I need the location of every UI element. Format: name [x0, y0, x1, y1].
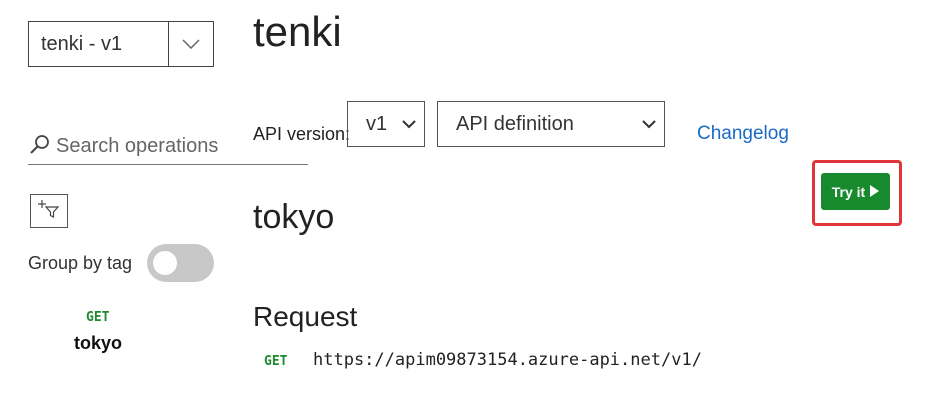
group-by-tag-label: Group by tag [28, 253, 133, 273]
operation-method-badge: GET [86, 310, 110, 325]
toggle-knob [153, 251, 177, 275]
api-version-label: API version: [253, 124, 351, 144]
operation-item-tokyo[interactable]: tokyo [74, 333, 122, 354]
search-icon [28, 133, 52, 160]
request-heading: Request [253, 301, 358, 332]
page-title: tenki [253, 8, 342, 55]
chevron-down-icon[interactable] [168, 22, 213, 66]
request-url: https://apim09873154.azure-api.net/v1/ [313, 350, 702, 370]
chevron-down-icon [402, 119, 424, 129]
group-by-tag-toggle[interactable] [147, 244, 214, 282]
try-it-label: Try it [831, 183, 866, 200]
api-selector-value: tenki - v1 [41, 33, 123, 55]
version-select-value: v1 [366, 112, 388, 135]
filter-add-icon [37, 198, 61, 225]
request-method-badge: GET [264, 354, 288, 369]
filter-button[interactable] [30, 194, 68, 228]
changelog-link[interactable]: Changelog [697, 123, 789, 145]
api-selector[interactable]: tenki - v1 [28, 21, 214, 67]
operation-title: tokyo [253, 198, 335, 236]
try-it-button[interactable]: Try it [821, 173, 890, 210]
play-triangle-icon [870, 184, 880, 200]
chevron-down-icon [642, 119, 664, 129]
definition-select-value: API definition [456, 112, 574, 135]
version-select[interactable]: v1 [347, 101, 425, 147]
definition-select[interactable]: API definition [437, 101, 665, 147]
